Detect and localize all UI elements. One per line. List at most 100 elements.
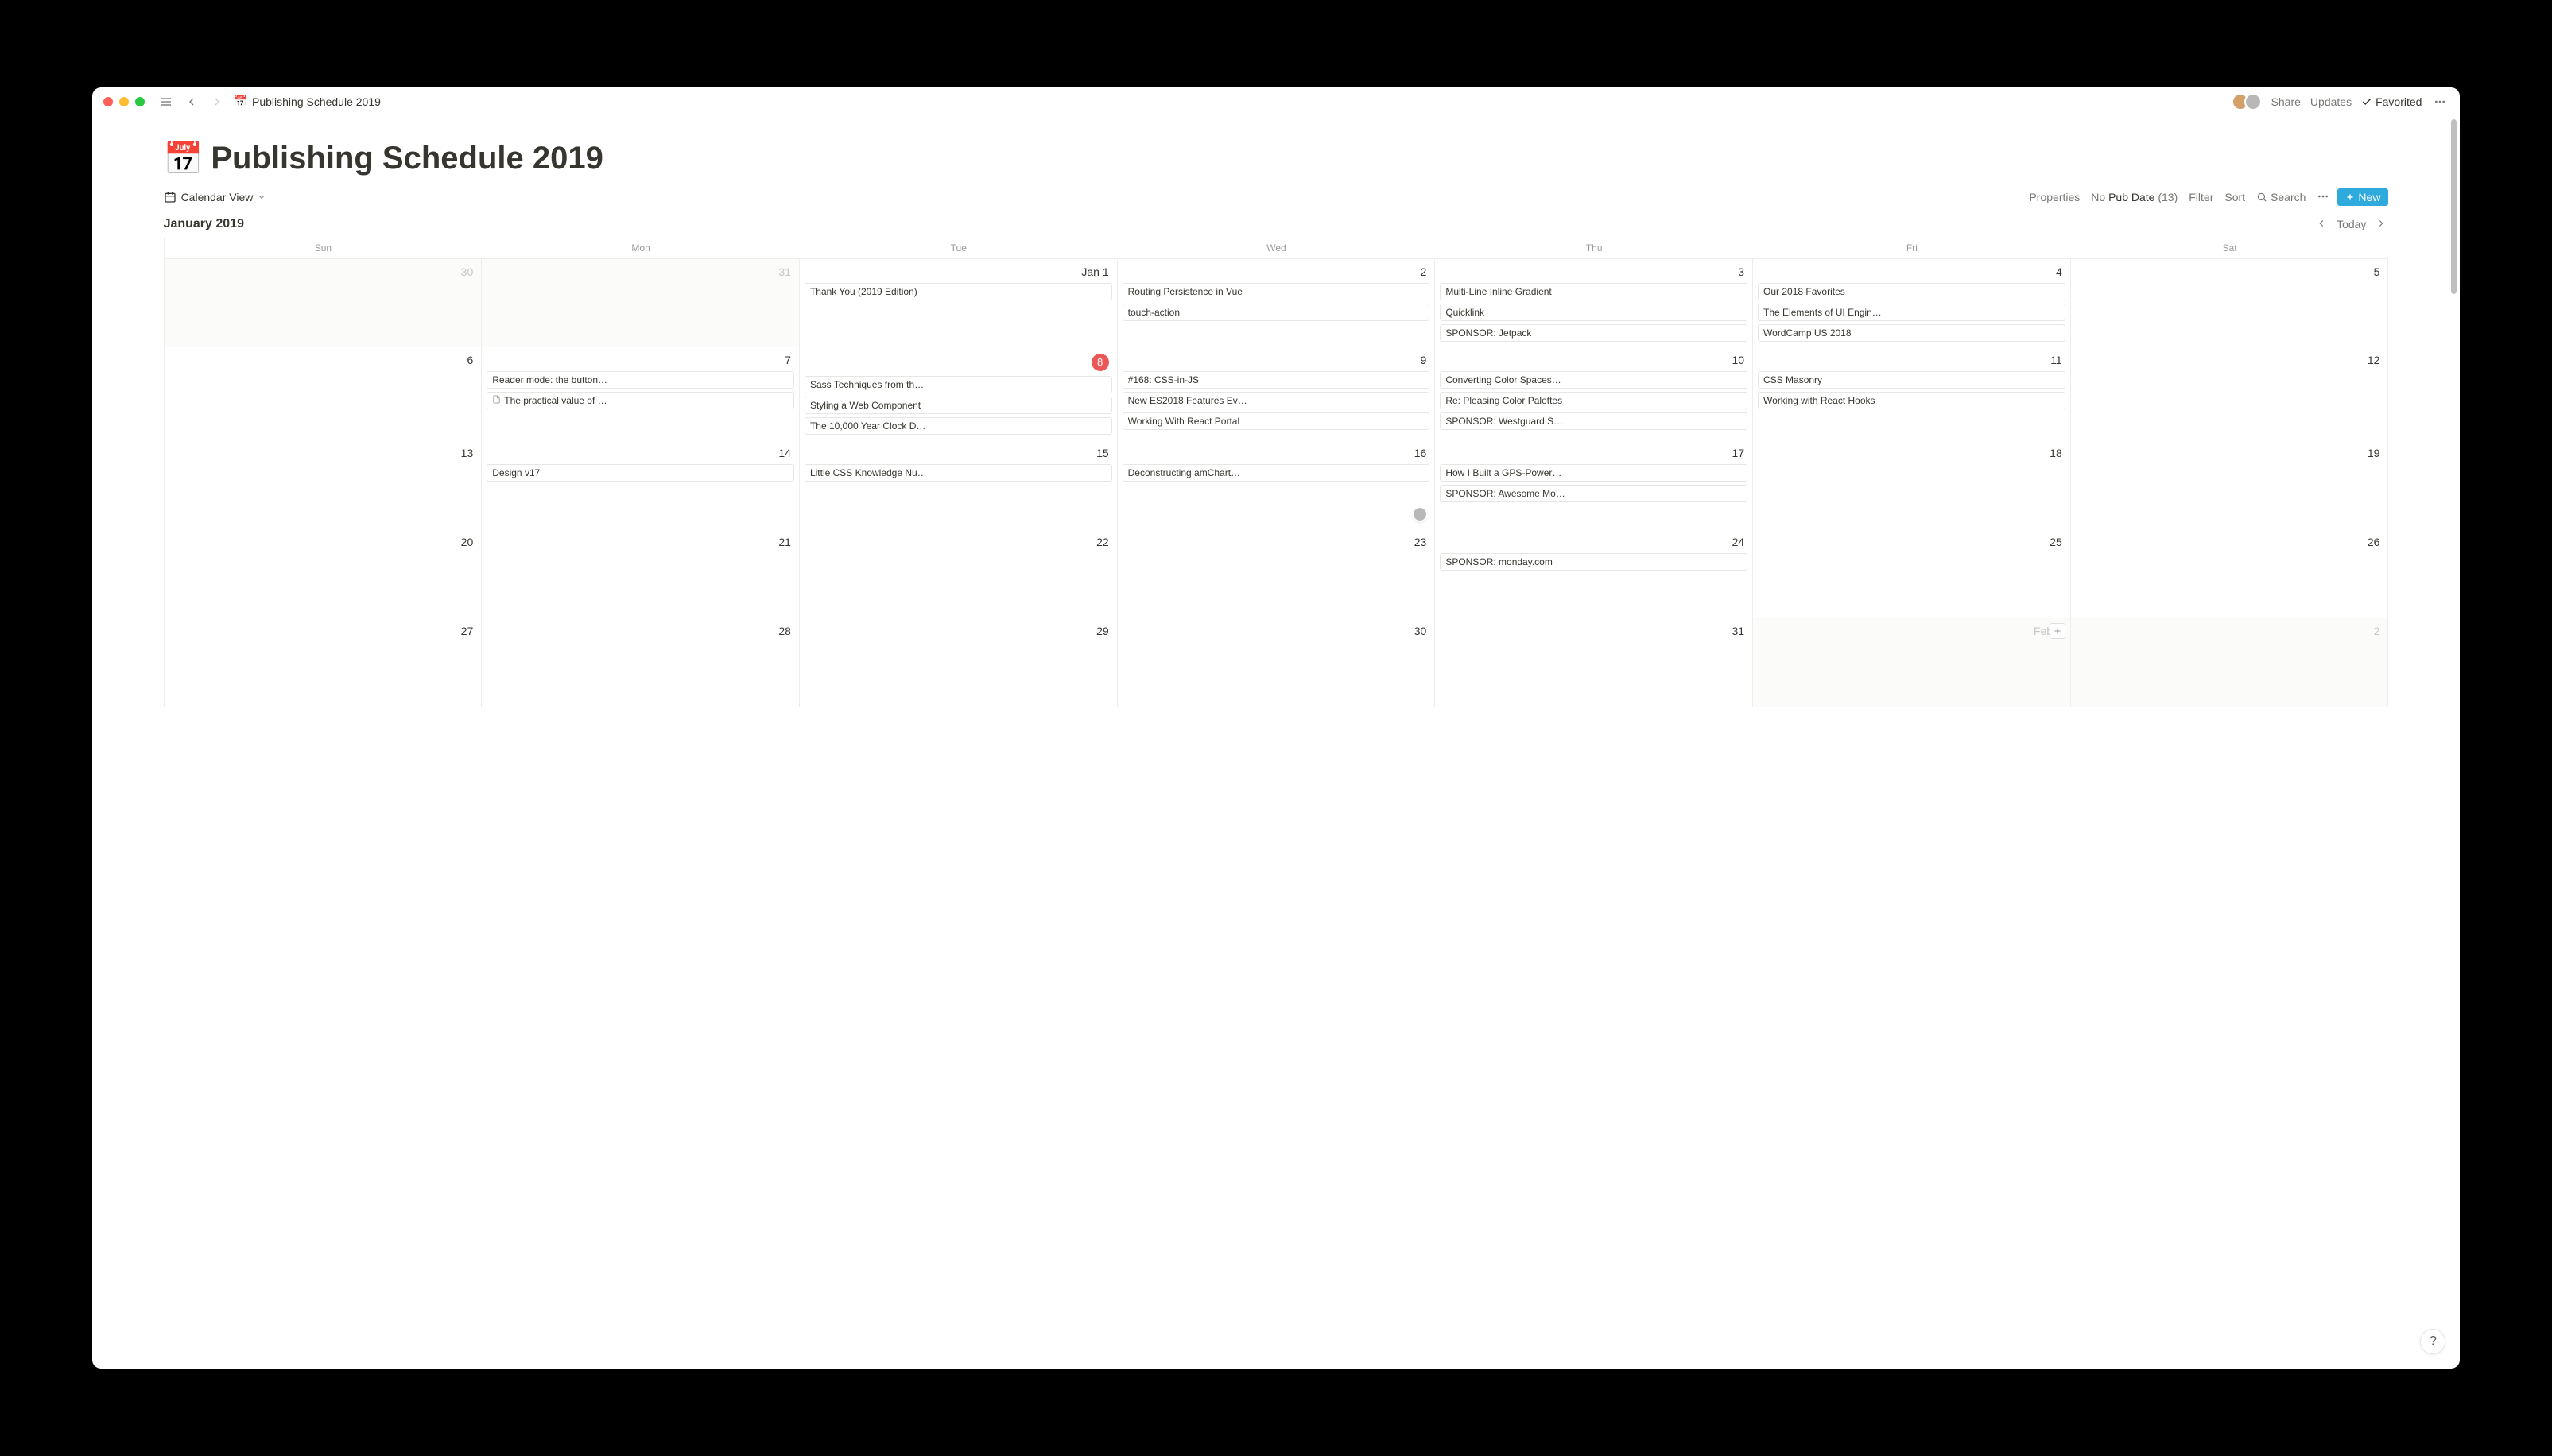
sort-button[interactable]: Sort bbox=[2221, 189, 2248, 205]
filter-pill[interactable]: No Pub Date (13) bbox=[2088, 189, 2181, 205]
day-cell[interactable]: 22 bbox=[800, 529, 1118, 618]
day-cell[interactable]: 15Little CSS Knowledge Nu… bbox=[800, 440, 1118, 529]
day-cell[interactable]: 7Reader mode: the button…The practical v… bbox=[482, 347, 800, 440]
day-cell[interactable]: 9#168: CSS-in-JSNew ES2018 Features Ev…W… bbox=[1118, 347, 1436, 440]
more-icon[interactable] bbox=[2431, 93, 2449, 110]
day-cell[interactable]: Jan 1Thank You (2019 Edition) bbox=[800, 258, 1118, 347]
day-cell[interactable]: 27 bbox=[165, 618, 483, 707]
event-item[interactable]: Reader mode: the button… bbox=[487, 371, 794, 389]
prev-month-icon[interactable] bbox=[2314, 216, 2329, 233]
day-cell[interactable]: 25 bbox=[1753, 529, 2071, 618]
day-cell[interactable]: 8Sass Techniques from th…Styling a Web C… bbox=[800, 347, 1118, 440]
event-item[interactable]: Our 2018 Favorites bbox=[1758, 283, 2065, 300]
presence-avatars[interactable] bbox=[2232, 93, 2262, 110]
event-item[interactable]: The Elements of UI Engin… bbox=[1758, 304, 2065, 321]
day-cell[interactable]: 21 bbox=[482, 529, 800, 618]
event-item[interactable]: Quicklink bbox=[1440, 304, 1747, 321]
close-window-icon[interactable] bbox=[103, 97, 113, 106]
event-item[interactable]: #168: CSS-in-JS bbox=[1123, 371, 1430, 389]
forward-icon[interactable] bbox=[208, 93, 226, 110]
event-item[interactable]: New ES2018 Features Ev… bbox=[1123, 392, 1430, 409]
event-item[interactable]: How I Built a GPS-Power… bbox=[1440, 464, 1747, 482]
day-cell[interactable]: 29 bbox=[800, 618, 1118, 707]
day-cell[interactable]: 23 bbox=[1118, 529, 1436, 618]
event-item[interactable]: Little CSS Knowledge Nu… bbox=[805, 464, 1112, 482]
event-item[interactable]: Deconstructing amChart… bbox=[1123, 464, 1430, 482]
event-item[interactable]: Routing Persistence in Vue bbox=[1123, 283, 1430, 300]
day-cell[interactable]: 4Our 2018 FavoritesThe Elements of UI En… bbox=[1753, 258, 2071, 347]
day-cell[interactable]: 17How I Built a GPS-Power…SPONSOR: Aweso… bbox=[1435, 440, 1753, 529]
event-item[interactable]: Working With React Portal bbox=[1123, 412, 1430, 430]
avatar[interactable] bbox=[2244, 93, 2262, 110]
day-cell[interactable]: Feb 1 bbox=[1753, 618, 2071, 707]
share-button[interactable]: Share bbox=[2271, 95, 2301, 108]
minimize-window-icon[interactable] bbox=[119, 97, 129, 106]
add-event-button[interactable] bbox=[2050, 623, 2065, 639]
favorited-button[interactable]: Favorited bbox=[2361, 95, 2422, 108]
day-cell[interactable]: 24SPONSOR: monday.com bbox=[1435, 529, 1753, 618]
day-cell[interactable]: 2Routing Persistence in Vue touch-action bbox=[1118, 258, 1436, 347]
event-item[interactable]: The practical value of … bbox=[487, 392, 794, 409]
event-item[interactable]: SPONSOR: monday.com bbox=[1440, 553, 1747, 571]
help-button[interactable]: ? bbox=[2420, 1329, 2445, 1354]
event-item[interactable]: Sass Techniques from th… bbox=[805, 376, 1112, 393]
day-cell[interactable]: 30 bbox=[165, 258, 483, 347]
event-item[interactable]: Working with React Hooks bbox=[1758, 392, 2065, 409]
scrollbar-track[interactable] bbox=[2451, 119, 2457, 1369]
view-more-icon[interactable] bbox=[2313, 188, 2333, 207]
event-item[interactable]: The 10,000 Year Clock D… bbox=[805, 417, 1112, 435]
event-title: Deconstructing amChart… bbox=[1128, 467, 1240, 478]
event-item[interactable]: Multi-Line Inline Gradient bbox=[1440, 283, 1747, 300]
event-item[interactable]: SPONSOR: Jetpack bbox=[1440, 324, 1747, 342]
filter-button[interactable]: Filter bbox=[2185, 189, 2217, 205]
breadcrumb[interactable]: 📅 Publishing Schedule 2019 bbox=[234, 95, 381, 108]
today-button[interactable]: Today bbox=[2337, 218, 2366, 230]
day-cell[interactable]: 10Converting Color Spaces…Re: Pleasing C… bbox=[1435, 347, 1753, 440]
maximize-window-icon[interactable] bbox=[135, 97, 145, 106]
event-item[interactable]: SPONSOR: Awesome Mo… bbox=[1440, 485, 1747, 502]
new-button[interactable]: New bbox=[2337, 188, 2388, 206]
event-item[interactable]: Re: Pleasing Color Palettes bbox=[1440, 392, 1747, 409]
next-month-icon[interactable] bbox=[2374, 216, 2388, 233]
event-item[interactable]: Styling a Web Component bbox=[805, 397, 1112, 414]
event-item[interactable]: SPONSOR: Westguard S… bbox=[1440, 412, 1747, 430]
page-title[interactable]: 📅 Publishing Schedule 2019 bbox=[164, 140, 2389, 177]
properties-button[interactable]: Properties bbox=[2026, 189, 2083, 205]
day-cell[interactable]: 14Design v17 bbox=[482, 440, 800, 529]
event-item[interactable]: Design v17 bbox=[487, 464, 794, 482]
event-item[interactable]: Thank You (2019 Edition) bbox=[805, 283, 1112, 300]
day-cell[interactable]: 20 bbox=[165, 529, 483, 618]
scrollbar-thumb[interactable] bbox=[2451, 119, 2457, 294]
view-selector[interactable]: Calendar View bbox=[164, 191, 266, 203]
search-button[interactable]: Search bbox=[2253, 189, 2309, 205]
day-cell[interactable]: 31 bbox=[482, 258, 800, 347]
day-cell[interactable]: 6 bbox=[165, 347, 483, 440]
day-cell[interactable]: 18 bbox=[1753, 440, 2071, 529]
assignee-avatar[interactable] bbox=[1412, 506, 1428, 522]
updates-button[interactable]: Updates bbox=[2310, 95, 2352, 108]
month-bar: January 2019 Today bbox=[92, 213, 2461, 238]
day-cell[interactable]: 19 bbox=[2071, 440, 2389, 529]
event-item[interactable]: Converting Color Spaces… bbox=[1440, 371, 1747, 389]
events-list: Thank You (2019 Edition) bbox=[805, 283, 1112, 300]
event-item[interactable]: touch-action bbox=[1123, 304, 1430, 321]
day-cell[interactable]: 13 bbox=[165, 440, 483, 529]
day-cell[interactable]: 26 bbox=[2071, 529, 2389, 618]
day-cell[interactable]: 30 bbox=[1118, 618, 1436, 707]
day-cell[interactable]: 2 bbox=[2071, 618, 2389, 707]
menu-icon[interactable] bbox=[157, 93, 175, 110]
day-cell[interactable]: 28 bbox=[482, 618, 800, 707]
event-item[interactable]: WordCamp US 2018 bbox=[1758, 324, 2065, 342]
back-icon[interactable] bbox=[183, 93, 200, 110]
day-cell[interactable]: 5 bbox=[2071, 258, 2389, 347]
event-item[interactable]: CSS Masonry bbox=[1758, 371, 2065, 389]
day-number: 2 bbox=[1123, 264, 1430, 283]
day-cell[interactable]: 3Multi-Line Inline Gradient Quicklink SPON… bbox=[1435, 258, 1753, 347]
day-number: 3 bbox=[1440, 264, 1747, 283]
day-number: 19 bbox=[2076, 445, 2383, 464]
day-cell[interactable]: 11CSS MasonryWorking with React Hooks bbox=[1753, 347, 2071, 440]
day-cell[interactable]: 12 bbox=[2071, 347, 2389, 440]
day-cell[interactable]: 16Deconstructing amChart… bbox=[1118, 440, 1436, 529]
day-cell[interactable]: 31 bbox=[1435, 618, 1753, 707]
page-icon[interactable]: 📅 bbox=[164, 140, 204, 177]
